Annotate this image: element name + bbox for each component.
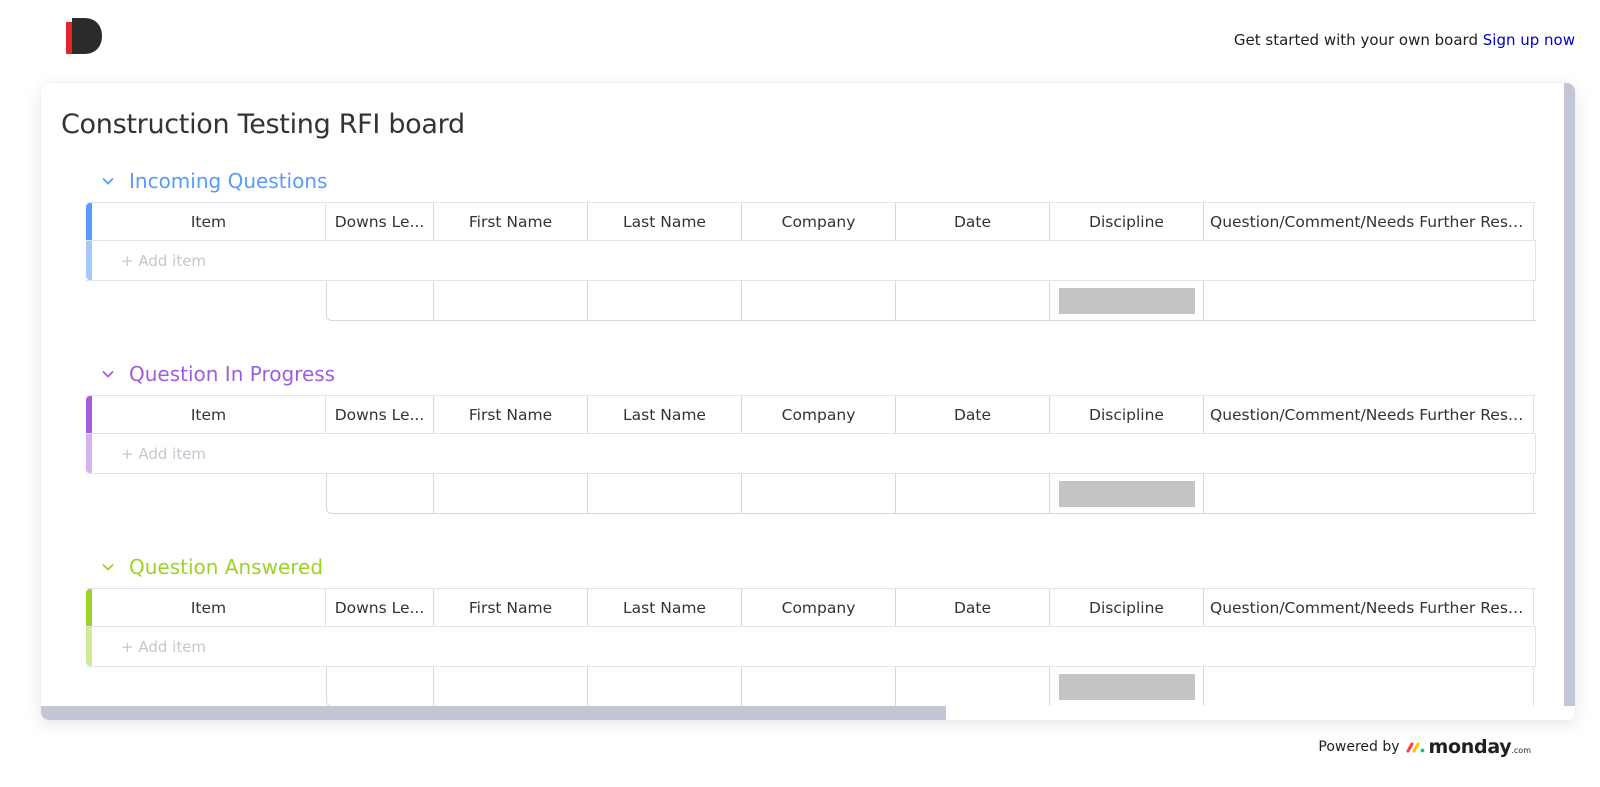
monday-suffix: .com — [1511, 746, 1531, 755]
col-header-downs[interactable]: Downs Le... — [326, 396, 434, 433]
summary-cell-discipline — [1050, 474, 1204, 513]
cta-text: Get started with your own board — [1233, 31, 1478, 49]
summary-cell-discipline — [1050, 667, 1204, 706]
col-header-discipline[interactable]: Discipline — [1050, 396, 1204, 433]
col-header-first-name[interactable]: First Name — [434, 396, 588, 433]
group-header[interactable]: Question In Progress — [86, 358, 335, 390]
summary-cell — [327, 474, 434, 513]
summary-cell — [434, 667, 588, 706]
col-header-question-label: Question/Comment/Needs Further Rese... — [1210, 405, 1527, 424]
signup-cta: Get started with your own board Sign up … — [1234, 31, 1575, 49]
add-item-row[interactable]: + Add item — [86, 241, 1536, 281]
col-header-downs[interactable]: Downs Le... — [326, 203, 434, 240]
summary-cell — [1204, 281, 1534, 320]
group-header[interactable]: Incoming Questions — [86, 165, 327, 197]
discipline-summary-bar[interactable] — [1058, 287, 1195, 314]
summary-row — [326, 281, 1536, 321]
col-header-downs[interactable]: Downs Le... — [326, 589, 434, 626]
board-title: Construction Testing RFI board — [61, 109, 465, 140]
discipline-summary-bar[interactable] — [1058, 673, 1195, 700]
summary-cell — [588, 667, 742, 706]
powered-by-label: Powered by — [1318, 739, 1400, 755]
sign-up-link[interactable]: Sign up now — [1483, 31, 1575, 49]
col-header-question[interactable]: Question/Comment/Needs Further Rese... — [1204, 203, 1534, 240]
col-header-company[interactable]: Company — [742, 589, 896, 626]
group-name[interactable]: Question Answered — [129, 555, 323, 579]
group-table: Item Downs Le... First Name Last Name Co… — [86, 202, 1536, 321]
col-header-question[interactable]: Question/Comment/Needs Further Rese... — [1204, 396, 1534, 433]
top-bar: Get started with your own board Sign up … — [0, 0, 1600, 80]
add-item-input[interactable]: + Add item — [92, 627, 1536, 666]
chevron-down-icon[interactable] — [101, 174, 115, 188]
add-item-input[interactable]: + Add item — [92, 434, 1536, 473]
col-header-last-name[interactable]: Last Name — [588, 203, 742, 240]
col-header-discipline[interactable]: Discipline — [1050, 589, 1204, 626]
col-header-question-label: Question/Comment/Needs Further Rese... — [1210, 212, 1527, 231]
monday-logo[interactable]: monday .com — [1405, 736, 1531, 758]
summary-cell — [327, 281, 434, 320]
chevron-down-icon[interactable] — [101, 367, 115, 381]
group-name[interactable]: Incoming Questions — [129, 169, 327, 193]
col-header-question[interactable]: Question/Comment/Needs Further Rese... — [1204, 589, 1534, 626]
col-header-date[interactable]: Date — [896, 396, 1050, 433]
group-header[interactable]: Question Answered — [86, 551, 323, 583]
summary-cell — [327, 667, 434, 706]
col-header-discipline[interactable]: Discipline — [1050, 203, 1204, 240]
header-row: Item Downs Le... First Name Last Name Co… — [86, 202, 1536, 241]
summary-row — [326, 474, 1536, 514]
col-header-company[interactable]: Company — [742, 203, 896, 240]
summary-cell — [896, 281, 1050, 320]
col-header-company[interactable]: Company — [742, 396, 896, 433]
summary-cell-discipline — [1050, 281, 1204, 320]
dashboard-logo-icon[interactable] — [64, 18, 104, 56]
monday-logo-icon — [1405, 742, 1424, 753]
col-header-item[interactable]: Item — [92, 203, 326, 240]
group-name[interactable]: Question In Progress — [129, 362, 335, 386]
col-header-item[interactable]: Item — [92, 589, 326, 626]
summary-cell — [588, 281, 742, 320]
summary-cell — [742, 281, 896, 320]
group-table: Item Downs Le... First Name Last Name Co… — [86, 395, 1536, 514]
horizontal-scrollbar-thumb[interactable] — [41, 706, 946, 720]
col-header-question-label: Question/Comment/Needs Further Rese... — [1210, 598, 1527, 617]
chevron-down-icon[interactable] — [101, 560, 115, 574]
add-item-row[interactable]: + Add item — [86, 627, 1536, 667]
summary-cell — [1204, 474, 1534, 513]
col-header-first-name[interactable]: First Name — [434, 589, 588, 626]
header-row: Item Downs Le... First Name Last Name Co… — [86, 395, 1536, 434]
summary-cell — [434, 281, 588, 320]
summary-cell — [742, 474, 896, 513]
col-header-item[interactable]: Item — [92, 396, 326, 433]
summary-cell — [1204, 667, 1534, 706]
add-item-row[interactable]: + Add item — [86, 434, 1536, 474]
add-item-input[interactable]: + Add item — [92, 241, 1536, 280]
summary-row — [326, 667, 1536, 706]
summary-cell — [434, 474, 588, 513]
powered-by[interactable]: Powered by monday .com — [1318, 736, 1531, 758]
group-table: Item Downs Le... First Name Last Name Co… — [86, 588, 1536, 706]
header-row: Item Downs Le... First Name Last Name Co… — [86, 588, 1536, 627]
vertical-scrollbar[interactable] — [1564, 83, 1575, 708]
summary-cell — [896, 474, 1050, 513]
col-header-first-name[interactable]: First Name — [434, 203, 588, 240]
board-viewport: Construction Testing RFI board Incoming … — [41, 83, 1564, 706]
summary-cell — [588, 474, 742, 513]
col-header-date[interactable]: Date — [896, 589, 1050, 626]
monday-wordmark: monday — [1428, 736, 1512, 758]
board-card: Construction Testing RFI board Incoming … — [41, 83, 1575, 720]
col-header-date[interactable]: Date — [896, 203, 1050, 240]
summary-cell — [742, 667, 896, 706]
discipline-summary-bar[interactable] — [1058, 480, 1195, 507]
col-header-last-name[interactable]: Last Name — [588, 396, 742, 433]
col-header-last-name[interactable]: Last Name — [588, 589, 742, 626]
summary-cell — [896, 667, 1050, 706]
